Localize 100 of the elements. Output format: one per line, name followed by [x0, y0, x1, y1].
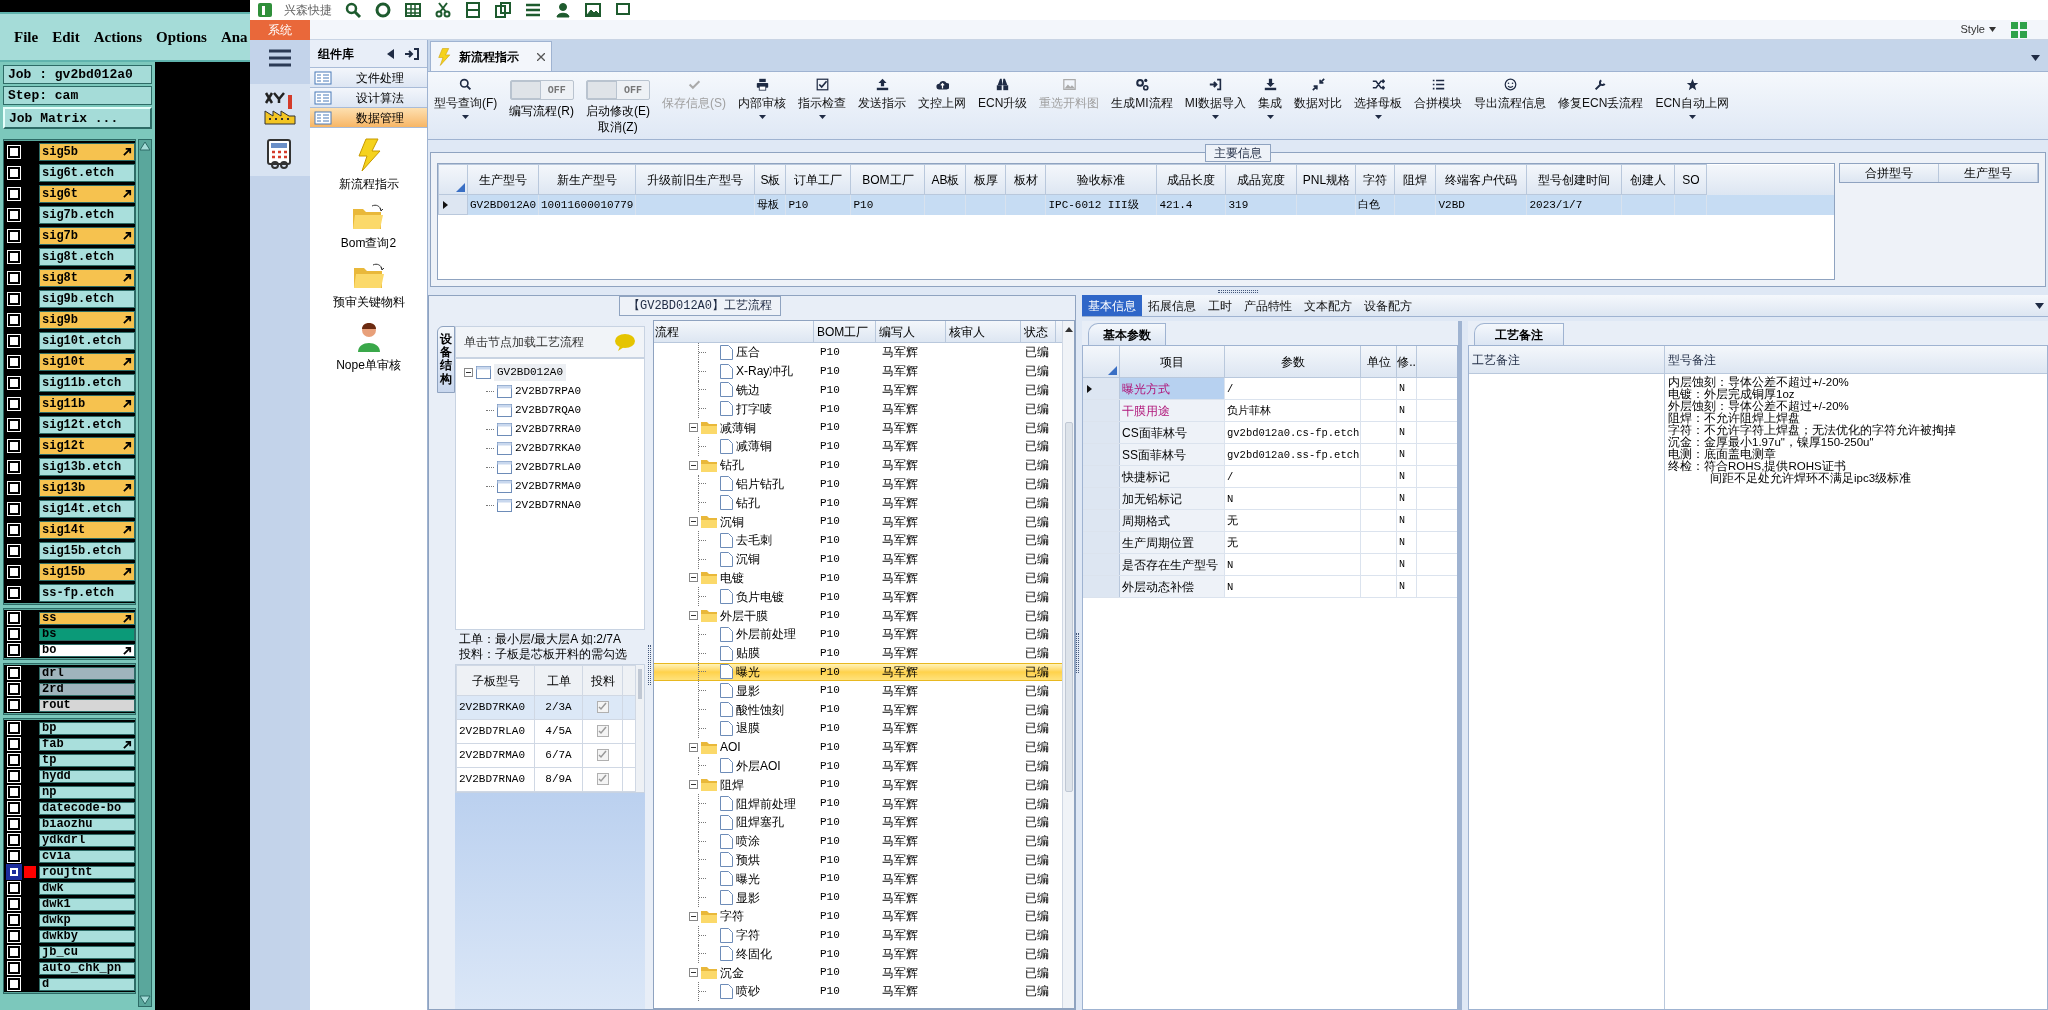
layer-checkbox[interactable] [8, 802, 20, 814]
flow-row[interactable]: 减薄铜 P10 马军辉 已编 [654, 418, 1062, 437]
layer-name[interactable]: bo [39, 643, 135, 657]
menu-item[interactable]: File [14, 25, 39, 49]
menu-item[interactable]: Edit [52, 25, 80, 49]
library-item[interactable]: Bom查询2 [340, 234, 397, 252]
layer-checkbox[interactable] [8, 502, 20, 515]
toolbar-button[interactable]: 数据对比 [1294, 78, 1343, 112]
expand-toggle[interactable] [689, 611, 698, 621]
detail-tab[interactable]: 文本配方 [1298, 295, 1358, 316]
column-header[interactable]: 升级前旧生产型号 [635, 164, 755, 195]
layer-name[interactable]: hydd [39, 769, 135, 783]
column-header[interactable]: 板材 [1005, 164, 1046, 195]
layer-name[interactable]: sig8t.etch [39, 247, 135, 266]
layer-name[interactable]: sig13b.etch [39, 457, 135, 476]
toolbar-button[interactable]: 指示检查 [798, 78, 846, 119]
layer-name[interactable]: sig12t.etch [39, 415, 135, 434]
column-header[interactable]: 成品长度 [1156, 164, 1226, 195]
tree-node[interactable]: 2V2BD7RNA0 [515, 497, 581, 514]
flow-row[interactable]: 预烘 P10 马军辉 已编 [654, 850, 1062, 870]
layer-checkbox[interactable] [8, 313, 20, 326]
layer-checkbox[interactable] [8, 376, 20, 389]
flow-row[interactable]: 喷砂 P10 马军辉 已编 [654, 982, 1062, 1001]
layer-checkbox[interactable] [8, 946, 20, 958]
category-item[interactable]: 数据管理 [310, 108, 427, 128]
layer-checkbox[interactable] [8, 683, 20, 695]
layer-checkbox[interactable] [8, 818, 20, 830]
checkbox[interactable] [596, 772, 609, 785]
person-icon[interactable] [554, 2, 572, 18]
copy-icon[interactable] [494, 2, 512, 18]
tree-node[interactable]: 2V2BD7RPA0 [515, 383, 581, 400]
flow-row[interactable]: 钻孔 P10 马军辉 已编 [654, 455, 1062, 475]
flow-row[interactable]: 贴膜 P10 马军辉 已编 [654, 643, 1062, 663]
flow-row[interactable]: 沉铜 P10 马军辉 已编 [654, 512, 1062, 531]
tree-node[interactable]: 2V2BD7RRA0 [515, 421, 581, 438]
checkbox[interactable] [596, 748, 609, 761]
layer-checkbox[interactable] [8, 250, 20, 263]
panel-tab[interactable]: 基本参数 [1088, 323, 1166, 345]
tree-node[interactable]: 2V2BD7RMA0 [515, 478, 581, 495]
layer-checkbox[interactable] [8, 866, 20, 878]
flow-row[interactable]: 阻焊塞孔 P10 马军辉 已编 [654, 812, 1062, 832]
layer-checkbox[interactable] [8, 699, 20, 711]
scissors-icon[interactable] [434, 2, 452, 18]
row-header[interactable] [1083, 378, 1120, 399]
column-header[interactable]: 单位 [1361, 346, 1397, 377]
gear-icon[interactable] [374, 2, 392, 18]
toggle-switch[interactable]: OFF [509, 80, 574, 100]
layer-name[interactable]: bs [39, 627, 135, 641]
layer-checkbox[interactable] [8, 439, 20, 452]
column-header[interactable]: BOM工厂 [814, 321, 876, 342]
layer-checkbox[interactable] [8, 962, 20, 974]
layer-name[interactable]: sig15b [39, 562, 135, 581]
layer-checkbox[interactable] [8, 523, 20, 536]
layer-checkbox[interactable] [8, 786, 20, 798]
library-item[interactable]: 新流程指示 [338, 175, 399, 193]
toolbar-button[interactable]: 导出流程信息 [1474, 78, 1547, 112]
toolbar-button[interactable]: ECN升级 [978, 78, 1028, 112]
expand-toggle[interactable] [689, 968, 698, 978]
column-header[interactable]: 生产型号 [1939, 164, 2038, 182]
panel-tab[interactable]: 工艺备注 [1474, 323, 1564, 345]
layer-checkbox[interactable] [8, 208, 20, 221]
toolbar-button[interactable]: 型号查询(F) [434, 78, 498, 119]
grid-icon[interactable] [404, 2, 422, 18]
expand-toggle[interactable] [464, 368, 473, 377]
column-header[interactable]: 终端客户代码 [1435, 164, 1527, 195]
flow-row[interactable]: 铣边 P10 马军辉 已编 [654, 380, 1062, 400]
layer-name[interactable]: dwkby [39, 929, 135, 943]
flow-row[interactable]: 终固化 P10 马军辉 已编 [654, 944, 1062, 964]
layer-name[interactable]: sig7b [39, 226, 135, 245]
layer-checkbox[interactable] [8, 355, 20, 368]
calculator-icon[interactable] [266, 139, 294, 169]
column-header[interactable]: 字符 [1355, 164, 1395, 195]
splitter-handle[interactable] [1076, 632, 1079, 673]
column-header[interactable]: 订单工厂 [785, 164, 851, 195]
flow-row[interactable]: 阻焊前处理 P10 马军辉 已编 [654, 794, 1062, 813]
layer-name[interactable]: tp [39, 753, 135, 767]
layer-checkbox[interactable] [8, 738, 20, 750]
layer-checkbox[interactable] [8, 850, 20, 862]
layer-name[interactable]: sig13b [39, 478, 135, 497]
search-icon[interactable] [344, 2, 362, 18]
toolbar-button[interactable]: 集成 [1258, 78, 1283, 119]
checkbox[interactable] [596, 724, 609, 737]
layer-checkbox[interactable] [8, 166, 20, 179]
document-tab[interactable]: 新流程指示 [430, 41, 552, 71]
table-row[interactable]: 2V2BD7RKA0 2/3A [456, 695, 636, 720]
detail-tab[interactable]: 基本信息 [1082, 295, 1142, 316]
column-header[interactable]: 型号创建时间 [1526, 164, 1622, 195]
flow-row[interactable]: AOI P10 马军辉 已编 [654, 737, 1062, 757]
layer-checkbox[interactable] [8, 612, 20, 624]
column-header[interactable]: 项目 [1120, 346, 1225, 377]
column-header[interactable]: 流程 [654, 321, 814, 342]
toolbar-button[interactable]: 合拼模块 [1414, 78, 1463, 112]
column-header[interactable]: PNL规格 [1296, 164, 1356, 195]
job-matrix-button[interactable]: Job Matrix ... [3, 107, 152, 129]
expand-toggle[interactable] [689, 780, 698, 790]
menu-item[interactable]: Actions [93, 25, 142, 49]
layer-checkbox[interactable] [8, 271, 20, 284]
layer-checkbox[interactable] [8, 754, 20, 766]
expand-toggle[interactable] [689, 423, 698, 433]
toolbar-button[interactable]: 发送指示 [858, 78, 906, 112]
